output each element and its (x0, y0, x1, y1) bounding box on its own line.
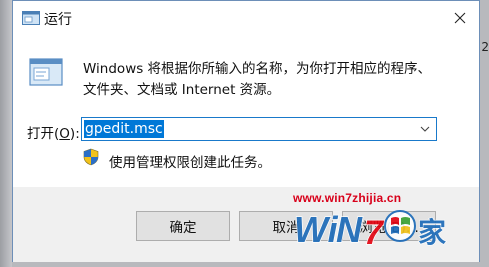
close-button[interactable] (449, 7, 471, 29)
open-label: 打开(O): (27, 122, 80, 142)
open-command-combobox[interactable]: gpedit.msc (81, 117, 437, 141)
open-label-prefix: 打开( (27, 126, 60, 142)
open-label-suffix: ): (69, 126, 80, 142)
close-icon (454, 12, 466, 24)
title-bar[interactable]: 运行 (13, 1, 479, 35)
run-app-icon (22, 11, 40, 25)
run-window-icon (29, 58, 63, 86)
svg-text:家: 家 (418, 216, 446, 249)
background-edge-text: 2 (481, 40, 489, 54)
svg-text:N: N (336, 209, 363, 250)
svg-text:7: 7 (364, 214, 385, 252)
open-command-input[interactable]: gpedit.msc (84, 120, 164, 138)
win7-logo-watermark: Wi N 7 家 (293, 208, 446, 252)
svg-text:Wi: Wi (294, 209, 339, 250)
open-label-access-key: O (59, 126, 70, 142)
window-title: 运行 (44, 12, 72, 28)
description-text: Windows 将根据你所输入的名称，为你打开相应的程序、文件夹、文档或 Int… (83, 61, 432, 98)
uac-shield-icon (83, 148, 99, 166)
admin-privilege-note: 使用管理权限创建此任务。 (109, 155, 271, 171)
windows-flag-icon (384, 210, 416, 242)
combobox-dropdown-button[interactable] (416, 119, 434, 139)
ok-button[interactable]: 确定 (136, 211, 230, 241)
background-desktop (0, 0, 12, 267)
chevron-down-icon (420, 126, 430, 132)
